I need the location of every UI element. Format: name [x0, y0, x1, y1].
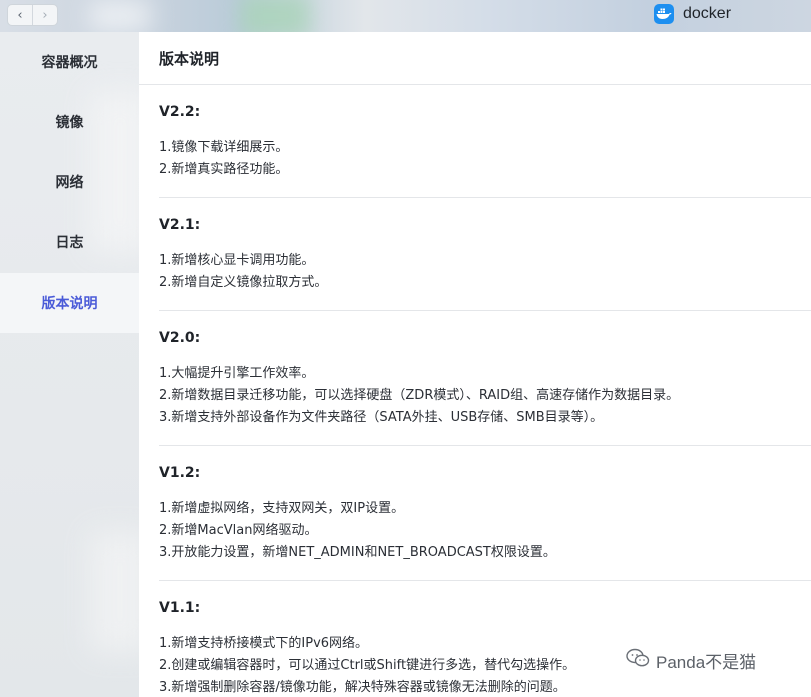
version-title: V1.1:: [159, 600, 201, 616]
chevron-right-icon: ›: [42, 7, 48, 23]
sidebar-item-release-notes[interactable]: 版本说明: [0, 273, 139, 333]
version-note: 2.新增真实路径功能。: [159, 162, 289, 177]
version-block-v2-0: V2.0: 1.大幅提升引擎工作效率。 2.新增数据目录迁移功能，可以选择硬盘（…: [159, 311, 811, 446]
version-title: V2.1:: [159, 217, 201, 233]
version-block-v1-2: V1.2: 1.新增虚拟网络，支持双网关，双IP设置。 2.新增MacVlan网…: [159, 446, 811, 581]
page-title: 版本说明: [139, 32, 811, 85]
version-note: 3.新增强制删除容器/镜像功能，解决特殊容器或镜像无法删除的问题。: [159, 680, 566, 695]
version-note: 1.新增核心显卡调用功能。: [159, 253, 315, 268]
version-note: 1.大幅提升引擎工作效率。: [159, 366, 315, 381]
app-title: docker: [654, 4, 731, 24]
version-block-v1-1: V1.1: 1.新增支持桥接模式下的IPv6网络。 2.创建或编辑容器时，可以通…: [159, 581, 811, 697]
title-bar: ‹ › docker: [0, 0, 811, 32]
back-button[interactable]: ‹: [8, 5, 32, 25]
main-content: 版本说明 V2.2: 1.镜像下载详细展示。 2.新增真实路径功能。 V2.1:…: [139, 32, 811, 697]
version-block-v2-1: V2.1: 1.新增核心显卡调用功能。 2.新增自定义镜像拉取方式。: [159, 198, 811, 311]
version-note: 1.新增虚拟网络，支持双网关，双IP设置。: [159, 501, 405, 516]
sidebar: 容器概况 镜像 网络 日志 版本说明: [0, 32, 139, 697]
docker-whale-icon: [654, 4, 674, 24]
version-title: V2.0:: [159, 330, 201, 346]
version-note: 2.新增MacVlan网络驱动。: [159, 523, 318, 538]
nav-buttons: ‹ ›: [7, 4, 58, 26]
version-note: 2.新增自定义镜像拉取方式。: [159, 275, 328, 290]
app-name: docker: [683, 5, 732, 22]
version-block-v2-2: V2.2: 1.镜像下载详细展示。 2.新增真实路径功能。: [159, 85, 811, 198]
chevron-left-icon: ‹: [17, 7, 23, 23]
watermark: Panda不是猫: [626, 648, 756, 673]
sidebar-item-overview[interactable]: 容器概况: [0, 32, 139, 92]
app-window: ‹ › docker 容器概况 镜像 网络 日志 版本说明 版本说明 V2.2:…: [0, 0, 811, 697]
sidebar-item-images[interactable]: 镜像: [0, 92, 139, 152]
sidebar-item-label: 镜像: [55, 115, 84, 131]
sidebar-item-label: 容器概况: [41, 55, 98, 71]
version-note: 3.新增支持外部设备作为文件夹路径（SATA外挂、USB存储、SMB目录等）。: [159, 410, 604, 425]
version-title: V2.2:: [159, 104, 201, 120]
forward-button[interactable]: ›: [32, 5, 57, 25]
version-title: V1.2:: [159, 465, 201, 481]
sidebar-item-label: 版本说明: [41, 296, 98, 312]
watermark-text: Panda不是猫: [656, 653, 757, 672]
version-note: 2.新增数据目录迁移功能，可以选择硬盘（ZDR模式）、RAID组、高速存储作为数…: [159, 388, 680, 403]
sidebar-item-label: 日志: [55, 235, 84, 251]
version-note: 3.开放能力设置，新增NET_ADMIN和NET_BROADCAST权限设置。: [159, 545, 556, 560]
sidebar-item-network[interactable]: 网络: [0, 152, 139, 212]
version-note: 1.镜像下载详细展示。: [159, 140, 289, 155]
sidebar-item-logs[interactable]: 日志: [0, 212, 139, 272]
wechat-icon: [626, 648, 650, 673]
sidebar-item-label: 网络: [55, 175, 84, 191]
